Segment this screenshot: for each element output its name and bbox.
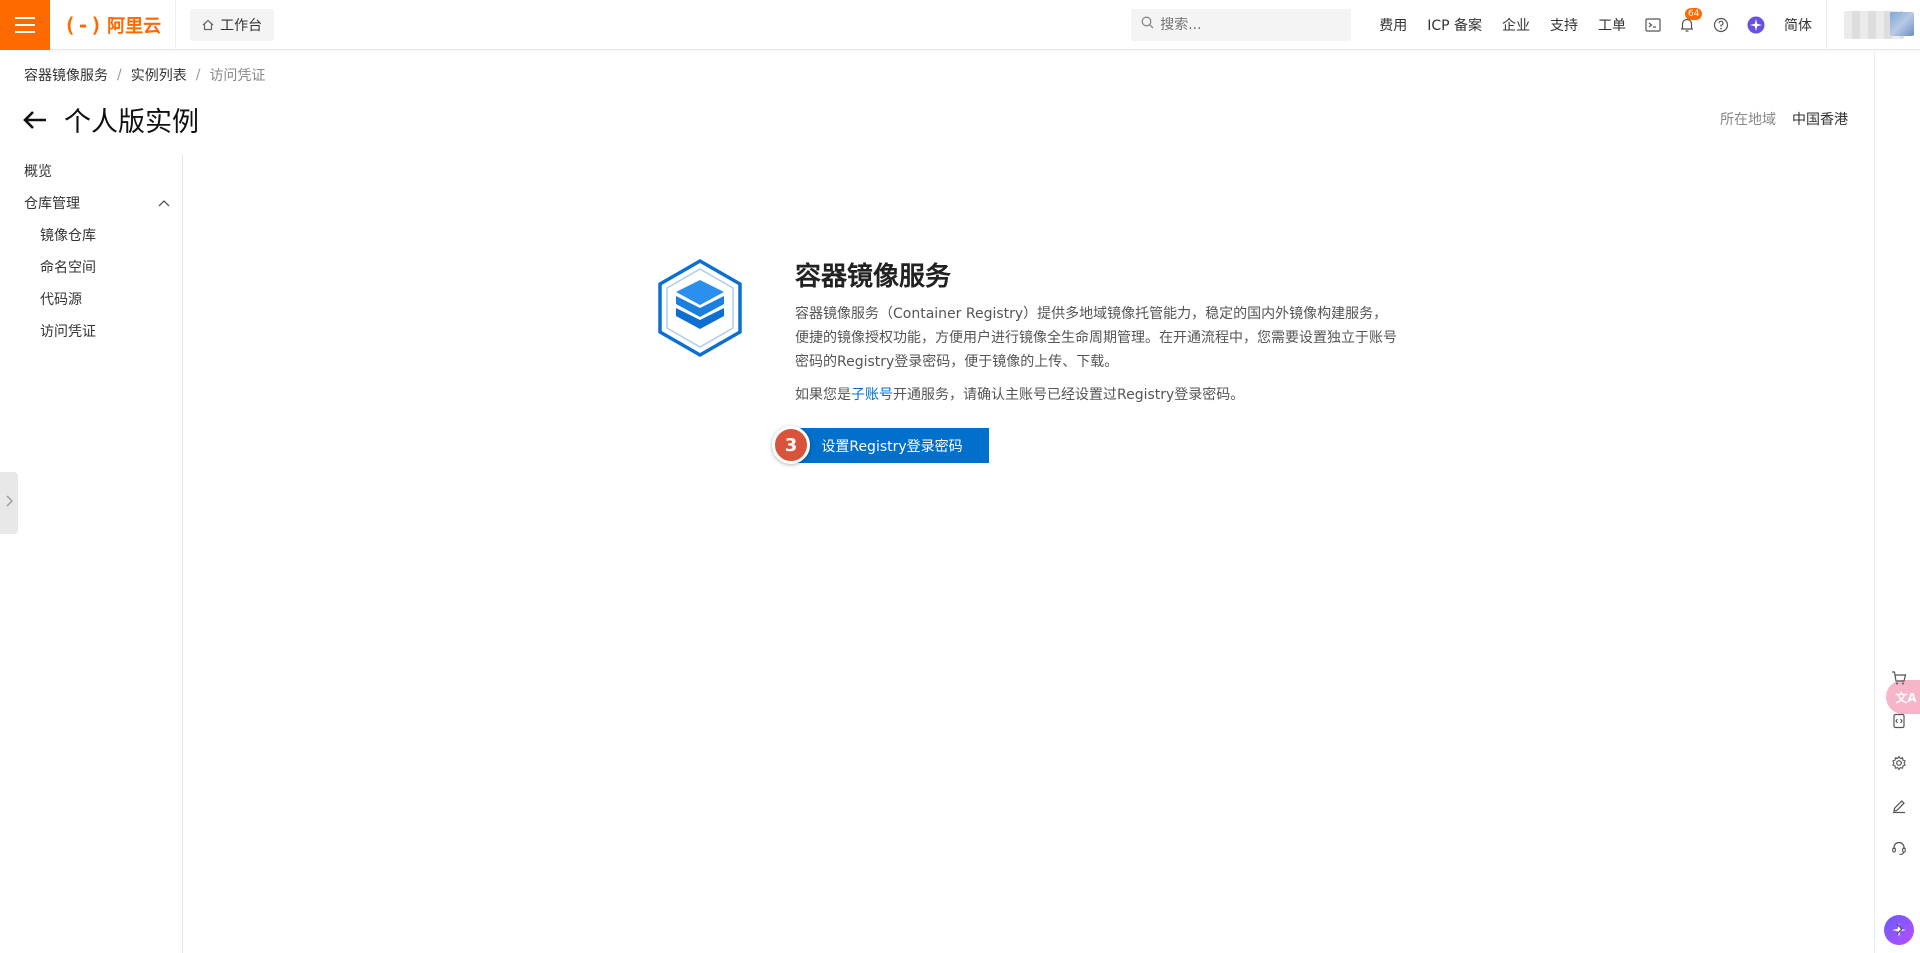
sidebar-item-access-credential[interactable]: 访问凭证 bbox=[0, 315, 182, 347]
nav-support[interactable]: 支持 bbox=[1550, 15, 1578, 35]
workbench-label: 工作台 bbox=[220, 17, 263, 34]
step-number-badge: 3 bbox=[772, 426, 810, 464]
service-title: 容器镜像服务 bbox=[795, 262, 952, 292]
sidebar-group-label: 仓库管理 bbox=[24, 196, 80, 212]
aliyun-logo[interactable]: (-) 阿里云 bbox=[50, 0, 177, 50]
user-account[interactable] bbox=[1826, 0, 1920, 50]
customer-service-icon[interactable] bbox=[1888, 837, 1910, 859]
edit-icon[interactable] bbox=[1888, 795, 1910, 817]
collapse-rail-chevron-icon[interactable] bbox=[1888, 918, 1910, 940]
chevron-up-icon bbox=[158, 195, 170, 211]
set-registry-password-button[interactable]: 设置Registry登录密码 bbox=[785, 428, 989, 463]
ai-assistant-icon[interactable] bbox=[1747, 16, 1765, 34]
breadcrumb-separator: / bbox=[117, 67, 122, 83]
breadcrumb-instance-list[interactable]: 实例列表 bbox=[131, 65, 187, 85]
expand-panel-handle[interactable] bbox=[0, 472, 18, 534]
sidebar-item-image-repo[interactable]: 镜像仓库 bbox=[0, 219, 182, 251]
service-description: 容器镜像服务（Container Registry）提供多地域镜像托管能力，稳定… bbox=[795, 306, 1397, 370]
search-icon bbox=[1141, 16, 1154, 33]
breadcrumb-cr-service[interactable]: 容器镜像服务 bbox=[24, 65, 108, 85]
search-input[interactable] bbox=[1160, 16, 1331, 33]
document-code-icon[interactable] bbox=[1888, 710, 1910, 732]
page-title: 个人版实例 bbox=[64, 107, 199, 138]
menu-icon[interactable] bbox=[0, 0, 50, 50]
logo-text: 阿里云 bbox=[107, 15, 162, 37]
region-label: 所在地域 bbox=[1720, 112, 1776, 128]
cart-icon[interactable] bbox=[1888, 667, 1910, 689]
search-box[interactable] bbox=[1131, 8, 1352, 41]
sidebar-item-overview[interactable]: 概览 bbox=[0, 155, 182, 187]
home-icon bbox=[202, 19, 214, 31]
terminal-icon[interactable] bbox=[1645, 17, 1661, 32]
back-arrow-icon[interactable] bbox=[22, 109, 48, 131]
region-value[interactable]: 中国香港 bbox=[1792, 109, 1848, 129]
nav-enterprise[interactable]: 企业 bbox=[1502, 15, 1530, 35]
avatar bbox=[1890, 11, 1914, 36]
sidebar-item-code-source[interactable]: 代码源 bbox=[0, 283, 182, 315]
breadcrumb-access-credential: 访问凭证 bbox=[209, 68, 266, 84]
note-suffix: 开通服务，请确认主账号已经设置过Registry登录密码。 bbox=[893, 387, 1245, 403]
bell-icon[interactable]: 64 bbox=[1679, 7, 1703, 33]
sub-account-link[interactable]: 子账号 bbox=[851, 387, 893, 403]
note-prefix: 如果您是 bbox=[795, 387, 851, 403]
nav-billing[interactable]: 费用 bbox=[1379, 15, 1407, 35]
help-icon[interactable] bbox=[1713, 17, 1729, 33]
sub-account-note: 如果您是子账号开通服务，请确认主账号已经设置过Registry登录密码。 bbox=[795, 384, 1244, 406]
sidebar-group-repo-management[interactable]: 仓库管理 bbox=[0, 187, 182, 219]
region-info: 所在地域 中国香港 bbox=[1720, 109, 1848, 129]
page-header: 个人版实例 bbox=[22, 100, 199, 139]
nav-ticket[interactable]: 工单 bbox=[1598, 15, 1626, 35]
breadcrumb: 容器镜像服务 / 实例列表 / 访问凭证 bbox=[24, 65, 265, 85]
right-toolbar: 文A bbox=[1874, 50, 1920, 953]
language-switch[interactable]: 简体 bbox=[1784, 15, 1812, 35]
nav-icp[interactable]: ICP 备案 bbox=[1427, 15, 1482, 35]
sidebar: 概览 仓库管理 镜像仓库 命名空间 代码源 访问凭证 bbox=[0, 155, 183, 953]
notification-badge: 64 bbox=[1685, 7, 1703, 20]
breadcrumb-separator: / bbox=[195, 67, 201, 83]
top-bar: (-) 阿里云 工作台 费用 ICP 备案 企业 支持 工单 64 简体 bbox=[0, 0, 1920, 50]
logo-mark: (-) bbox=[64, 12, 104, 37]
settings-icon[interactable] bbox=[1888, 752, 1910, 774]
workbench-button[interactable]: 工作台 bbox=[190, 8, 275, 41]
chevron-right-icon bbox=[5, 495, 13, 511]
sidebar-item-namespace[interactable]: 命名空间 bbox=[0, 251, 182, 283]
container-registry-logo-icon bbox=[656, 258, 744, 358]
